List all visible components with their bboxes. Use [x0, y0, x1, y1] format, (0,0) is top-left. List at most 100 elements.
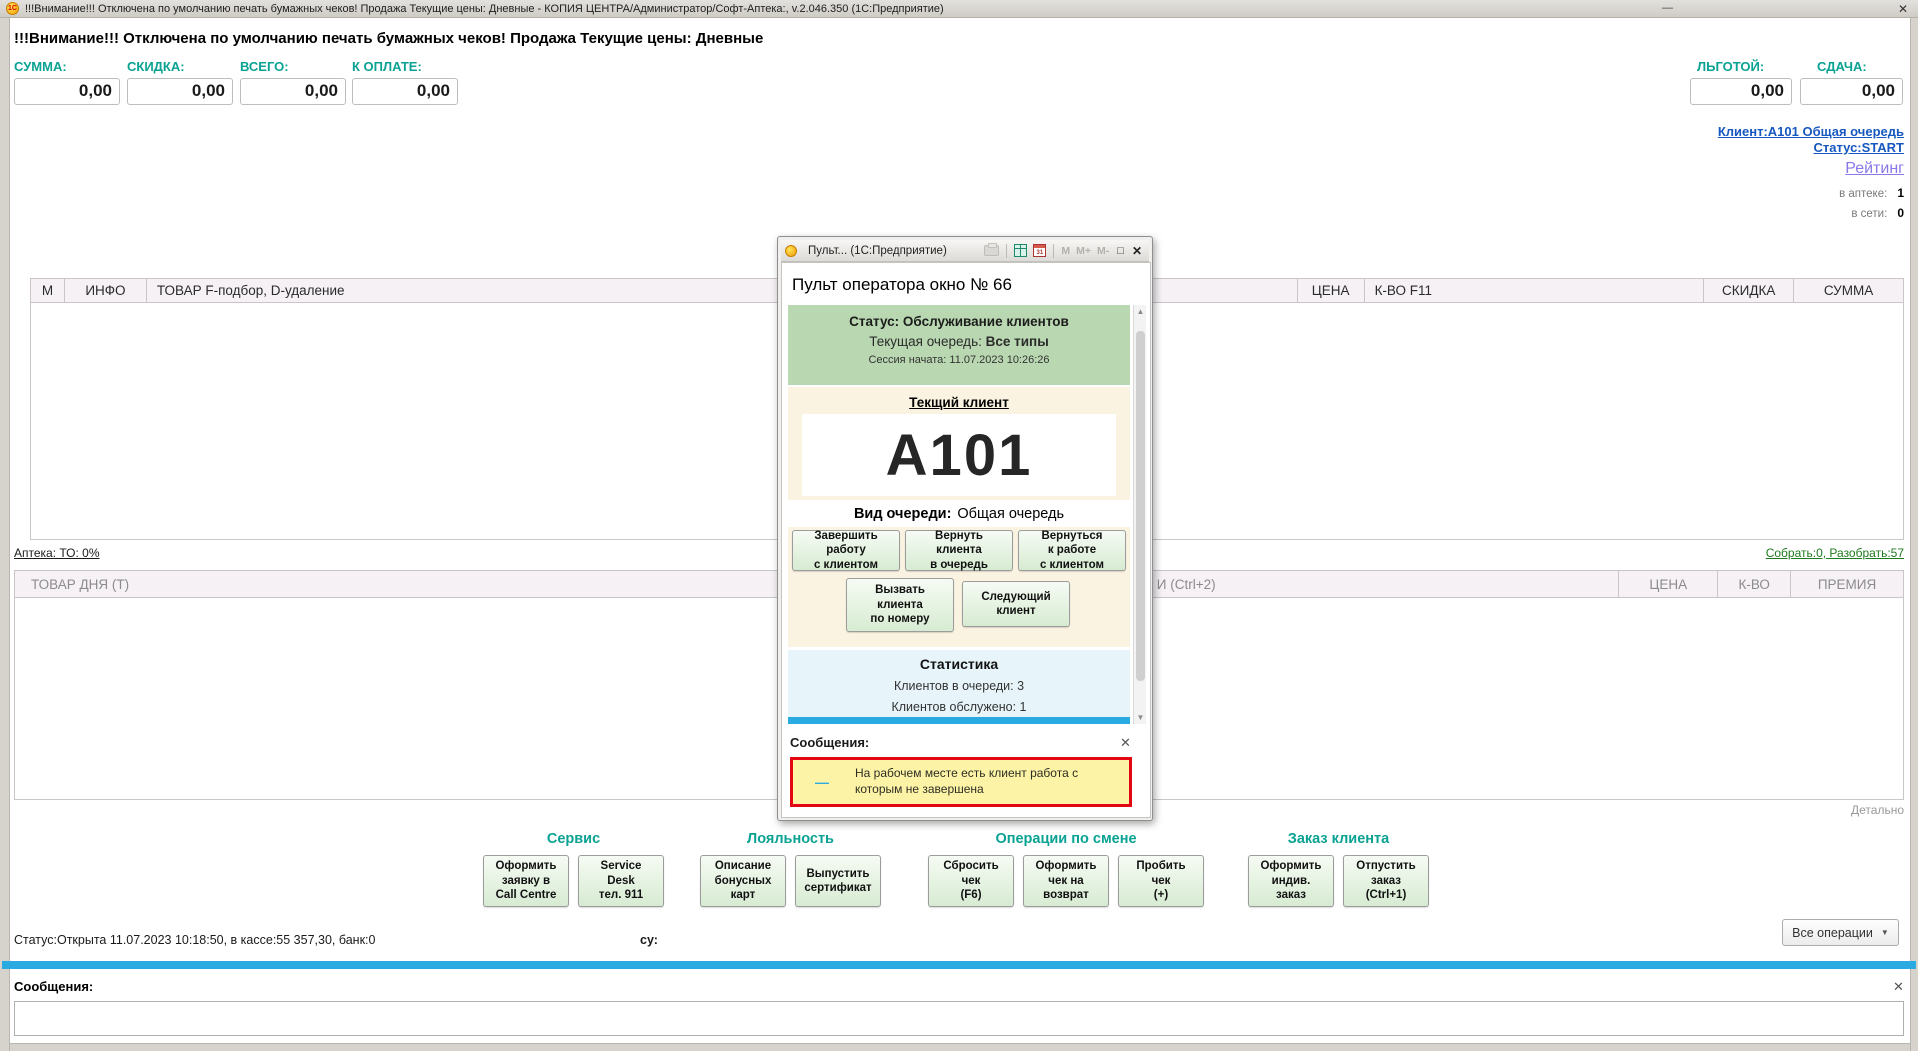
all-operations-button[interactable]: Все операции ▼ — [1782, 919, 1899, 946]
col-day-quantity[interactable]: К-ВО — [1718, 571, 1792, 597]
calculator-icon[interactable] — [1014, 244, 1028, 257]
status-link[interactable]: Статус:START — [1813, 140, 1904, 155]
call-centre-button[interactable]: Оформить заявку в Call Centre — [483, 855, 569, 907]
window-frame-left — [0, 18, 10, 1051]
sum-label: СУММА: — [14, 59, 67, 74]
service-status: Статус: Обслуживание клиентов — [849, 314, 1069, 329]
individual-order-button[interactable]: Оформить индив. заказ — [1248, 855, 1334, 907]
service-desk-button[interactable]: Service Desk тел. 911 — [578, 855, 664, 907]
rating-link[interactable]: Рейтинг — [1845, 160, 1904, 178]
messages-input[interactable] — [14, 1001, 1904, 1036]
col-marker[interactable]: М — [31, 279, 65, 302]
window-frame-right — [1910, 18, 1918, 1051]
return-receipt-button[interactable]: Оформить чек на возврат — [1023, 855, 1109, 907]
memory-button[interactable]: M — [1061, 245, 1070, 257]
to-pay-field[interactable]: 0,00 — [352, 78, 458, 105]
dialog-titlebar[interactable]: Пульт... (1С:Предприятие) 31 M M+ M- □ ✕ — [781, 240, 1149, 262]
messages-label: Сообщения: — [14, 979, 94, 994]
change-label: СДАЧА: — [1817, 59, 1867, 74]
release-order-button[interactable]: Отпустить заказ (Ctrl+1) — [1343, 855, 1429, 907]
current-queue-label: Текущая очередь: — [869, 334, 982, 349]
dialog-progress-bar — [788, 717, 1130, 724]
operator-dialog: Пульт... (1С:Предприятие) 31 M M+ M- □ ✕… — [777, 236, 1153, 821]
scrollbar-thumb[interactable] — [1136, 331, 1145, 681]
finish-work-button[interactable]: Завершить работу с клиентом — [792, 530, 900, 571]
total-field[interactable]: 0,00 — [240, 78, 346, 105]
group-shift-operations-title: Операции по смене — [995, 831, 1137, 847]
scroll-down-icon[interactable]: ▼ — [1134, 711, 1147, 724]
col-price[interactable]: ЦЕНА — [1298, 279, 1365, 302]
next-client-button[interactable]: Следующий клиент — [962, 581, 1070, 627]
memory-minus-button[interactable]: M- — [1097, 245, 1109, 257]
window-frame-bottom — [10, 1043, 1910, 1051]
current-queue-value: Все типы — [985, 334, 1049, 349]
warning-message-box: — На рабочем месте есть клиент работа с … — [790, 757, 1132, 807]
col-info[interactable]: ИНФО — [65, 279, 147, 302]
sum-field[interactable]: 0,00 — [14, 78, 120, 105]
col-quantity[interactable]: К-ВО F11 — [1365, 279, 1705, 302]
network-stat-label: в сети: — [1851, 208, 1888, 220]
queue-type-row: Вид очереди: Общая очередь — [788, 500, 1130, 527]
col-day-bonus[interactable]: ПРЕМИЯ — [1791, 571, 1903, 597]
window-title: !!!Внимание!!! Отключена по умолчанию пе… — [25, 2, 944, 15]
bottom-progress-bar — [2, 961, 1916, 969]
call-by-number-button[interactable]: Вызвать клиента по номеру — [846, 578, 954, 632]
dialog-messages-label: Сообщения: — [790, 735, 870, 750]
current-client-caption[interactable]: Текщий клиент — [788, 387, 1130, 410]
dialog-maximize-button[interactable]: □ — [1117, 245, 1124, 257]
punch-receipt-button[interactable]: Пробить чек (+) — [1118, 855, 1204, 907]
pharmacy-stat: в аптеке: 1 — [1839, 186, 1904, 200]
total-label: ВСЕГО: — [240, 59, 289, 74]
resume-work-button[interactable]: Вернуться к работе с клиентом — [1018, 530, 1126, 571]
pharmacy-stat-value: 1 — [1897, 186, 1904, 200]
group-loyalty-title: Лояльность — [747, 831, 834, 847]
detail-link[interactable]: Детально — [1851, 803, 1904, 817]
session-start: Сессия начата: 11.07.2023 10:26:26 — [788, 354, 1130, 366]
session-start-label: Сессия начата: — [868, 354, 947, 366]
privilege-label: ЛЬГОТОЙ: — [1697, 59, 1765, 74]
pharmacy-to-link[interactable]: Аптека: ТО: 0% — [14, 546, 100, 560]
window-minimize-button[interactable]: — — [1662, 2, 1673, 14]
window-close-button[interactable]: ✕ — [1898, 2, 1908, 16]
return-client-button[interactable]: Вернуть клиента в очередь — [905, 530, 1013, 571]
statistics-panel: Статистика Клиентов в очереди: 3 Клиенто… — [788, 650, 1130, 717]
col-day-price[interactable]: ЦЕНА — [1619, 571, 1719, 597]
memory-plus-button[interactable]: M+ — [1076, 245, 1091, 257]
dialog-close-button[interactable]: ✕ — [1132, 244, 1142, 258]
toolbar-separator — [1006, 243, 1008, 258]
dialog-scrollbar[interactable]: ▲ ▼ — [1133, 305, 1146, 724]
col-discount[interactable]: СКИДКА — [1704, 279, 1795, 302]
dialog-1c-icon — [785, 244, 797, 257]
dialog-heading: Пульт оператора окно № 66 — [792, 275, 1012, 294]
chevron-down-icon: ▼ — [1880, 928, 1889, 937]
reset-receipt-button[interactable]: Сбросить чек (F6) — [928, 855, 1014, 907]
messages-close-icon[interactable]: ✕ — [1893, 979, 1904, 995]
bonus-cards-button[interactable]: Описание бонусных карт — [700, 855, 786, 907]
dialog-title: Пульт... (1С:Предприятие) — [808, 244, 947, 257]
client-link[interactable]: Клиент:A101 Общая очередь — [1718, 124, 1904, 139]
shift-status-line: Статус:Открыта 11.07.2023 10:18:50, в ка… — [14, 933, 376, 947]
assembly-link[interactable]: Собрать:0, Разобрать:57 — [1766, 546, 1904, 560]
warning-message-text: На рабочем месте есть клиент работа с ко… — [855, 766, 1079, 796]
current-client-number: A101 — [802, 414, 1116, 496]
main-window: 1С !!!Внимание!!! Отключена по умолчанию… — [0, 0, 1918, 1051]
col-sum[interactable]: СУММА — [1794, 279, 1903, 302]
discount-label: СКИДКА: — [127, 59, 185, 74]
discount-field[interactable]: 0,00 — [127, 78, 233, 105]
scroll-up-icon[interactable]: ▲ — [1134, 305, 1147, 318]
to-pay-label: К ОПЛАТЕ: — [352, 59, 422, 74]
status-panel: Статус: Обслуживание клиентов Текущая оч… — [788, 305, 1130, 385]
all-operations-label: Все операции — [1792, 925, 1873, 940]
dialog-content: Пульт оператора окно № 66 Статус: Обслуж… — [781, 262, 1151, 818]
clients-served: Клиентов обслужено: 1 — [891, 700, 1027, 714]
statistics-title: Статистика — [919, 656, 999, 672]
col-actions[interactable]: И (Ctrl+2) — [1145, 571, 1620, 597]
queue-type-value: Общая очередь — [957, 505, 1065, 522]
print-icon[interactable] — [984, 243, 1000, 256]
dialog-messages-close-icon[interactable]: ✕ — [1120, 735, 1131, 751]
su-label: су: — [640, 933, 658, 947]
issue-certificate-button[interactable]: Выпустить сертификат — [795, 855, 881, 907]
change-field[interactable]: 0,00 — [1800, 78, 1903, 105]
calendar-icon[interactable]: 31 — [1033, 244, 1047, 257]
privilege-field[interactable]: 0,00 — [1690, 78, 1792, 105]
